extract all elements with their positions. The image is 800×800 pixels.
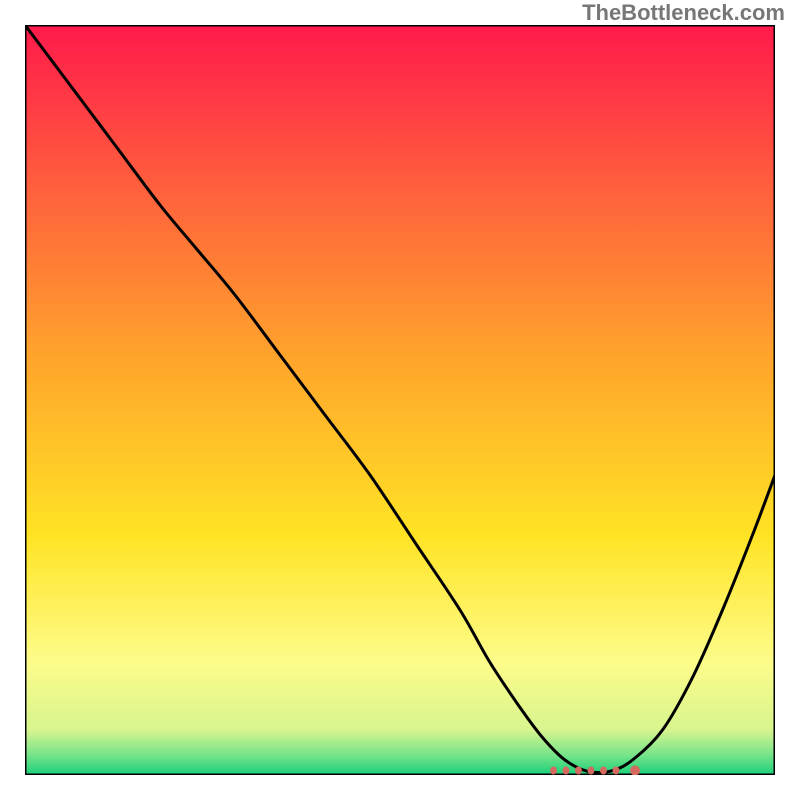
gradient-background bbox=[25, 25, 775, 775]
chart-svg bbox=[25, 25, 775, 775]
watermark-text: TheBottleneck.com bbox=[582, 0, 785, 26]
bottleneck-chart bbox=[25, 25, 775, 775]
